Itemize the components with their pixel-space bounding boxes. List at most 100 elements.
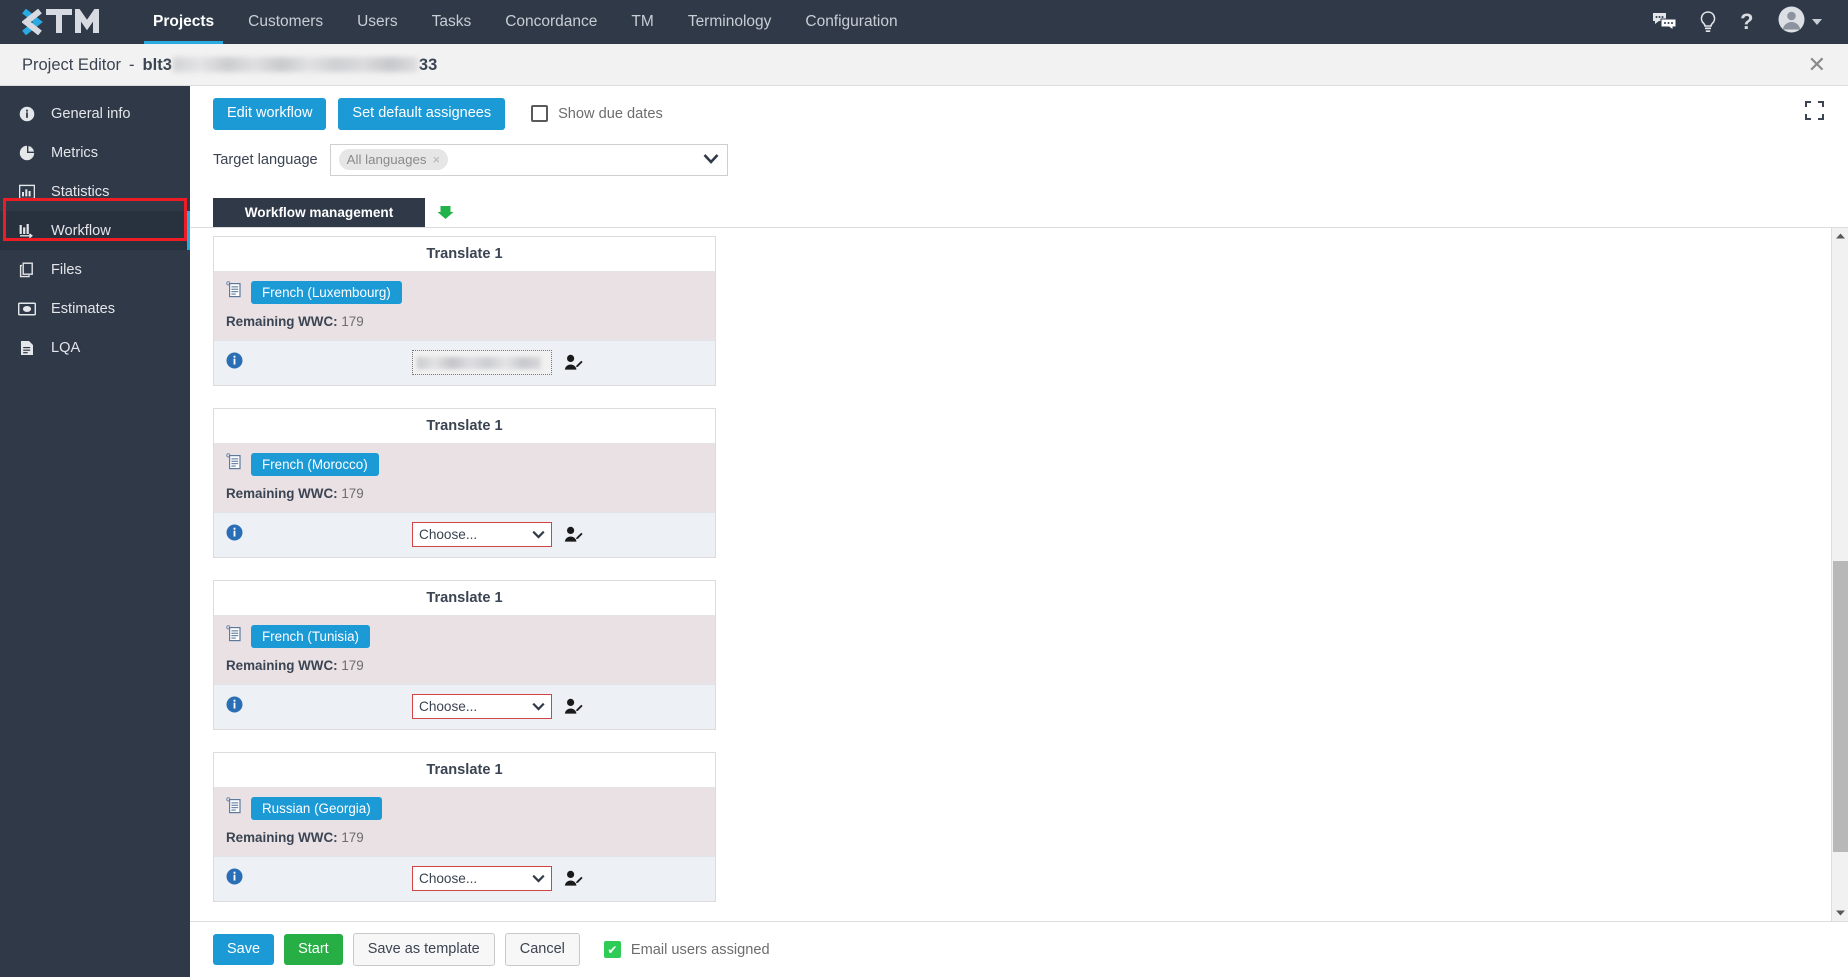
remaining-wwc-value: 179 [341,657,364,673]
language-tag[interactable]: French (Morocco) [251,452,379,476]
assignee-select[interactable]: Choose... [412,694,552,720]
nav-item-tm[interactable]: TM [614,0,670,44]
sidebar-item-label: General info [51,105,131,122]
scroll-up-icon[interactable] [1835,228,1846,244]
info-icon[interactable] [226,524,243,546]
nav-item-users[interactable]: Users [340,0,414,44]
cancel-button[interactable]: Cancel [504,932,580,967]
assignee-select-value: Choose... [419,527,478,543]
target-language-row: Target language All languages × [190,130,1848,176]
expand-icon[interactable] [1805,101,1824,125]
language-line: French (Luxembourg) [226,280,703,304]
email-users-checkbox[interactable]: ✔ [603,941,621,958]
language-tag[interactable]: French (Luxembourg) [251,280,402,304]
workflow-step-title: Translate 1 [214,752,715,788]
assignee-select[interactable]: Choose... [412,522,552,548]
note-icon[interactable] [226,625,242,647]
nav-label: Users [357,13,398,30]
xtm-logo[interactable] [22,9,110,35]
scrollbar-thumb[interactable] [1833,561,1848,853]
editor-title-label: Project Editor [22,55,122,74]
title-separator: - [129,55,135,74]
save-button[interactable]: Save [213,933,275,966]
page-title: Project Editor - blt3 33 [22,55,437,75]
green-down-arrow-icon[interactable] [437,204,454,220]
tab-workflow-management[interactable]: Workflow management [213,197,425,227]
save-as-template-button[interactable]: Save as template [352,932,495,967]
pie-chart-icon [18,145,36,161]
assignee-select[interactable]: Choose... [412,866,552,892]
edit-user-icon[interactable] [564,870,583,887]
info-icon[interactable] [226,868,243,890]
target-language-select[interactable]: All languages × [329,143,728,176]
sidebar-item-label: Workflow [51,222,111,239]
close-icon[interactable]: × [433,152,441,167]
sidebar-item-statistics[interactable]: Statistics [0,172,190,211]
note-icon[interactable] [226,453,242,475]
nav-item-customers[interactable]: Customers [231,0,340,44]
close-icon[interactable]: ✕ [1808,53,1826,76]
workflow-card: Translate 1 [213,751,716,902]
nav-label: Configuration [805,13,898,30]
edit-user-icon[interactable] [564,698,583,715]
assignee-control: Choose... [412,522,583,548]
nav-item-tasks[interactable]: Tasks [415,0,489,44]
help-icon[interactable]: ? [1739,10,1756,34]
scrollbar-track[interactable] [1832,244,1848,905]
note-icon[interactable] [226,797,242,819]
remaining-wwc-value: 179 [341,485,364,501]
workflow-card-language-section: Russian (Georgia) Remaining WWC: 179 [214,787,715,856]
edit-user-icon[interactable] [564,354,583,371]
remaining-wwc: Remaining WWC: 179 [226,830,703,845]
assignee-value-box[interactable] [412,350,552,376]
info-icon[interactable] [226,352,243,374]
bar-chart-icon [18,184,36,200]
start-button[interactable]: Start [284,933,343,966]
remaining-wwc-value: 179 [341,829,364,845]
sidebar-item-lqa[interactable]: LQA [0,328,190,367]
remaining-wwc: Remaining WWC: 179 [226,314,703,329]
sidebar-item-label: Estimates [51,300,116,317]
info-icon[interactable] [226,696,243,718]
assignee-control: Choose... [412,694,583,720]
nav-item-projects[interactable]: Projects [136,0,231,44]
sidebar-item-metrics[interactable]: Metrics [0,133,190,172]
language-tag[interactable]: French (Tunisia) [251,624,370,648]
nav-item-terminology[interactable]: Terminology [671,0,789,44]
lightbulb-icon[interactable] [1699,11,1717,33]
nav-item-configuration[interactable]: Configuration [788,0,914,44]
sidebar-item-label: LQA [51,339,81,356]
show-due-dates-checkbox[interactable] [531,105,549,123]
workflow-main-panel: Edit workflow Set default assignees Show… [190,86,1848,977]
remaining-wwc-label: Remaining WWC: [226,313,338,329]
sidebar-item-general-info[interactable]: General info [0,94,190,133]
chat-icon[interactable] [1652,12,1677,32]
chevron-down-icon [532,527,545,542]
language-chip[interactable]: All languages × [338,149,449,171]
nav-label: Tasks [431,13,472,30]
edit-user-icon[interactable] [564,526,583,543]
email-users-label: Email users assigned [630,941,770,958]
remaining-wwc: Remaining WWC: 179 [226,486,703,501]
workflow-card-language-section: French (Luxembourg) Remaining WWC: 179 [214,271,715,340]
note-icon[interactable] [226,281,242,303]
nav-item-concordance[interactable]: Concordance [488,0,614,44]
sidebar-item-files[interactable]: Files [0,250,190,289]
language-tag[interactable]: Russian (Georgia) [251,796,382,820]
vertical-scrollbar[interactable] [1831,227,1848,921]
remaining-wwc: Remaining WWC: 179 [226,658,703,673]
user-menu[interactable] [1778,6,1822,38]
workflow-card-language-section: French (Tunisia) Remaining WWC: 179 [214,615,715,684]
scroll-down-icon[interactable] [1835,905,1846,921]
workflow-bottom-bar: Save Start Save as template Cancel ✔ Ema… [190,921,1848,977]
workflow-tabs-row: Workflow management [190,176,1848,227]
edit-workflow-button[interactable]: Edit workflow [213,98,327,130]
language-line: French (Tunisia) [226,624,703,648]
sidebar-item-estimates[interactable]: Estimates [0,289,190,328]
sidebar-item-workflow[interactable]: Workflow [0,211,190,250]
project-name: blt3 33 [143,55,438,75]
nav-label: Concordance [505,13,598,30]
nav-label: Projects [153,13,215,30]
set-default-assignees-button[interactable]: Set default assignees [338,98,506,130]
top-navbar: Projects Customers Users Tasks Concordan… [0,0,1848,44]
